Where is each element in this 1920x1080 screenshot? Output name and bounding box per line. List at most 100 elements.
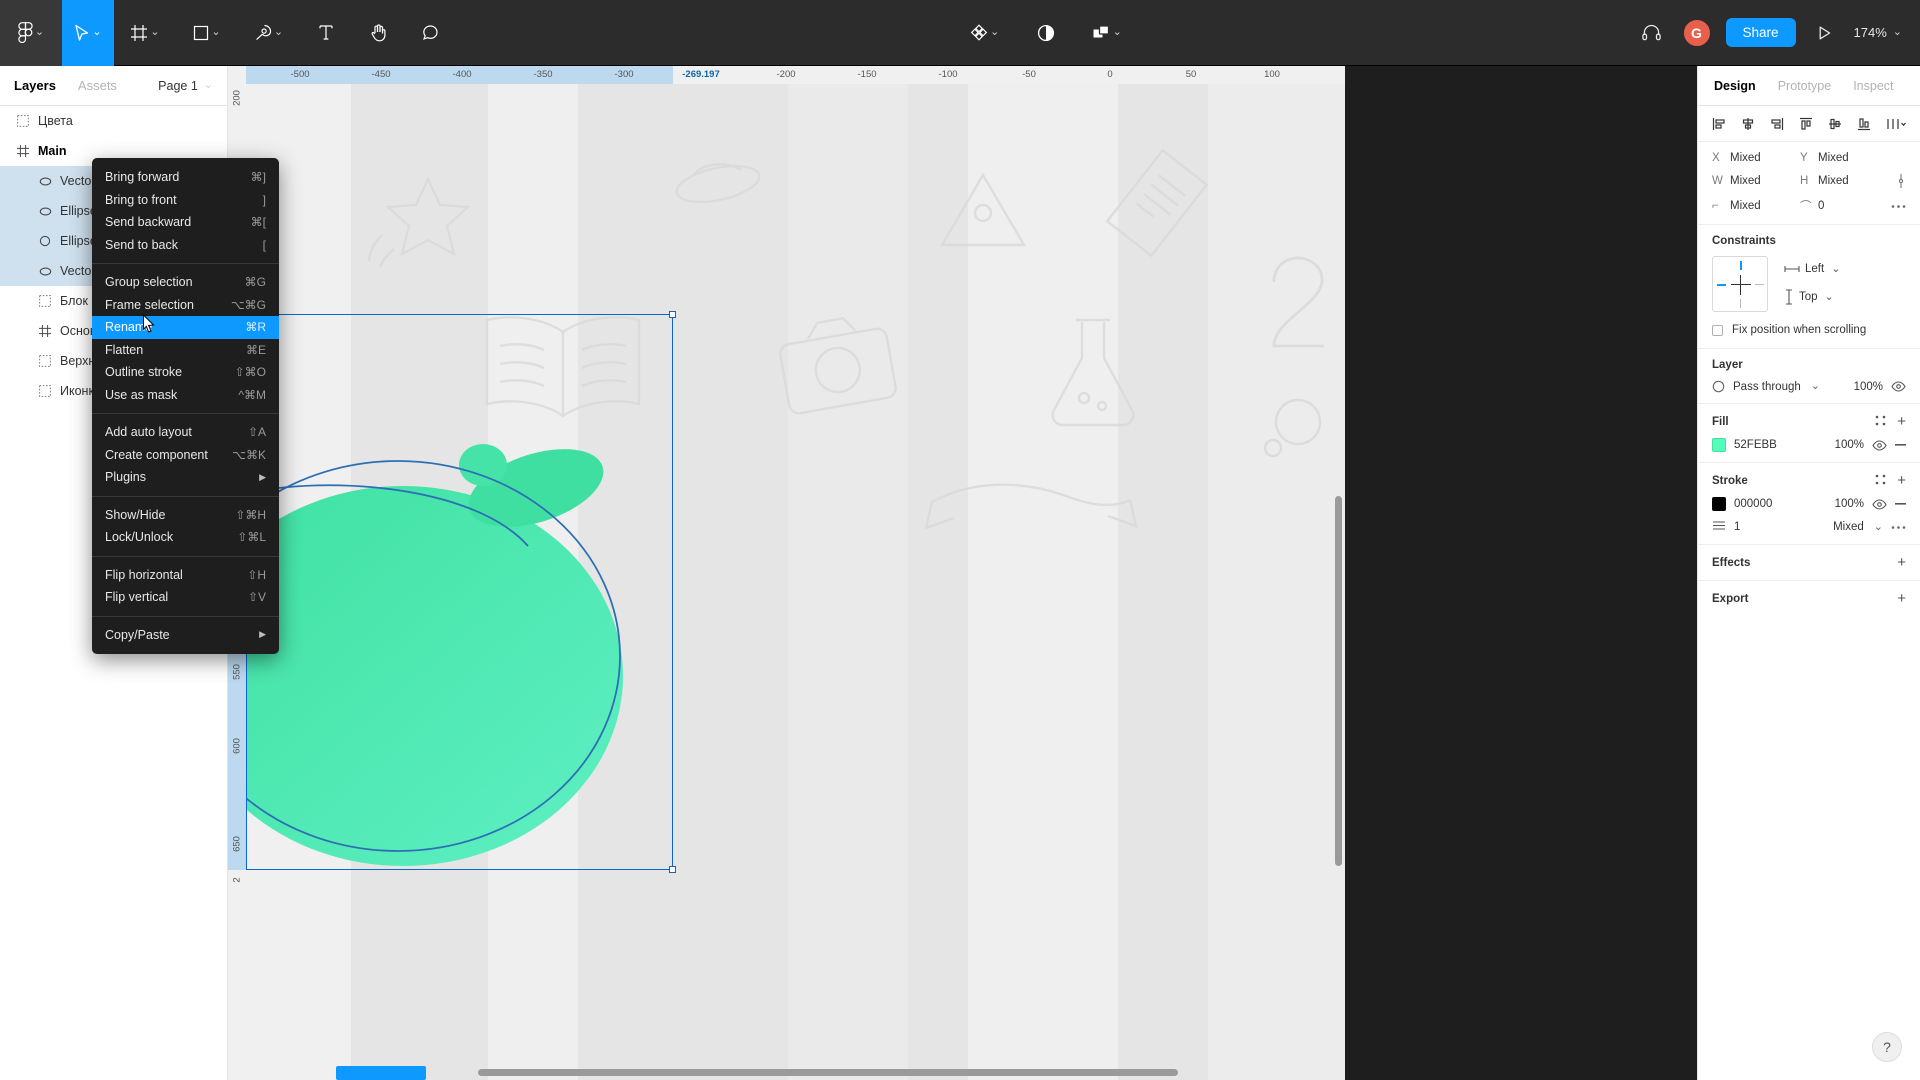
chevron-down-icon[interactable]: ⌄ — [1874, 521, 1883, 533]
context-menu-item[interactable]: Send backward ⌘[ — [92, 211, 279, 234]
align-horizontal-center-icon[interactable] — [1741, 117, 1755, 131]
stroke-hex-value[interactable]: 000000 — [1734, 498, 1772, 510]
context-menu-item[interactable]: Show/Hide ⇧⌘H — [92, 504, 279, 527]
rotation-field[interactable]: ⌐ Mixed — [1712, 200, 1800, 212]
width-field[interactable]: W Mixed — [1712, 175, 1800, 187]
fill-hex-value[interactable]: 52FEBB — [1734, 439, 1777, 451]
context-menu-item[interactable]: Plugins ▶ — [92, 466, 279, 489]
chevron-down-icon[interactable]: ⌄ — [990, 27, 999, 38]
y-field[interactable]: Y Mixed — [1800, 152, 1888, 164]
chevron-down-icon[interactable]: ⌄ — [1893, 27, 1902, 38]
chevron-down-icon[interactable]: ⌄ — [1811, 381, 1820, 392]
add-fill-button[interactable]: + — [1897, 414, 1906, 429]
align-left-icon[interactable] — [1712, 117, 1726, 131]
align-vertical-center-icon[interactable] — [1828, 117, 1842, 131]
vector-outline-stroke[interactable] — [228, 386, 648, 886]
move-tool-icon[interactable]: ⌄ — [62, 0, 114, 66]
context-menu-item[interactable]: Add auto layout ⇧A — [92, 421, 279, 444]
height-field[interactable]: H Mixed — [1800, 175, 1888, 187]
chevron-down-icon[interactable]: ⌄ — [35, 27, 44, 38]
horizontal-scrollbar[interactable] — [478, 1069, 1178, 1076]
context-menu-item[interactable]: Lock/Unlock ⇧⌘L — [92, 526, 279, 549]
chevron-down-icon[interactable]: ⌄ — [1113, 27, 1122, 38]
align-bottom-icon[interactable] — [1857, 117, 1871, 131]
align-right-icon[interactable] — [1770, 117, 1784, 131]
context-menu-item[interactable]: Outline stroke ⇧⌘O — [92, 361, 279, 384]
share-button[interactable]: Share — [1725, 18, 1796, 47]
chevron-down-icon[interactable]: ⌄ — [274, 27, 283, 38]
tab-layers[interactable]: Layers — [14, 78, 56, 93]
horizontal-ruler[interactable]: -500 -450 -400 -350 -300 -269.197 -200 -150 -100… — [228, 66, 1345, 84]
comment-tool-icon[interactable] — [404, 0, 456, 66]
figma-logo-icon[interactable]: ⌄ — [0, 0, 62, 66]
chevron-down-icon[interactable]: ⌄ — [1831, 263, 1840, 275]
constrain-proportions-icon[interactable] — [1896, 173, 1906, 189]
context-menu-item[interactable]: Flatten ⌘E — [92, 339, 279, 362]
chevron-down-icon[interactable]: ⌄ — [1825, 291, 1834, 303]
zoom-level-selector[interactable]: 174% ⌄ — [1854, 25, 1902, 40]
context-menu-item[interactable]: Rename ⌘R — [92, 316, 279, 339]
align-top-icon[interactable] — [1799, 117, 1813, 131]
layer-opacity-value[interactable]: 100% — [1854, 381, 1883, 393]
layer-row[interactable]: Цвета — [0, 106, 227, 136]
headphones-icon[interactable] — [1636, 0, 1668, 66]
fix-position-checkbox[interactable] — [1712, 324, 1723, 336]
stroke-styles-icon[interactable] — [1875, 474, 1886, 488]
resize-handle-br[interactable] — [669, 866, 676, 873]
chevron-down-icon[interactable]: ⌄ — [211, 27, 220, 38]
constraint-left-bar[interactable] — [1717, 284, 1726, 286]
vertical-scrollbar[interactable] — [1335, 496, 1342, 866]
add-effect-button[interactable]: + — [1897, 555, 1906, 570]
constraint-top-bar[interactable] — [1740, 261, 1742, 270]
tab-assets[interactable]: Assets — [78, 78, 117, 93]
constraint-right-bar[interactable] — [1755, 284, 1764, 286]
context-menu-item[interactable]: Use as mask ^⌘M — [92, 384, 279, 407]
x-field[interactable]: X Mixed — [1712, 152, 1800, 164]
pen-tool-icon[interactable]: ⌄ — [238, 0, 300, 66]
tab-design[interactable]: Design — [1714, 79, 1756, 93]
corner-radius-field[interactable]: ⌒ 0 — [1800, 198, 1888, 214]
context-menu-item[interactable]: Flip horizontal ⇧H — [92, 564, 279, 587]
chevron-down-icon[interactable]: ⌄ — [150, 27, 159, 38]
stroke-visibility-icon[interactable] — [1872, 498, 1887, 510]
avatar[interactable]: G — [1681, 17, 1712, 48]
mask-icon[interactable] — [1020, 0, 1072, 66]
remove-stroke-button[interactable] — [1895, 503, 1906, 505]
fill-styles-icon[interactable] — [1875, 415, 1886, 429]
fill-opacity-value[interactable]: 100% — [1835, 439, 1864, 451]
context-menu-item[interactable]: Create component ⌥⌘K — [92, 444, 279, 467]
chevron-down-icon[interactable]: ⌄ — [92, 27, 101, 38]
context-menu-item[interactable]: Group selection ⌘G — [92, 271, 279, 294]
fill-visibility-icon[interactable] — [1872, 439, 1887, 451]
context-menu-item[interactable]: Frame selection ⌥⌘G — [92, 294, 279, 317]
boolean-union-icon[interactable]: ⌄ — [1076, 0, 1138, 66]
add-stroke-button[interactable]: + — [1897, 473, 1906, 488]
resize-handle-tr[interactable] — [669, 311, 676, 318]
chevron-down-icon[interactable]: ⌄ — [204, 80, 213, 91]
context-menu-item[interactable]: Flip vertical ⇧V — [92, 586, 279, 609]
tab-inspect[interactable]: Inspect — [1853, 79, 1893, 93]
constraints-widget[interactable] — [1712, 256, 1768, 312]
context-menu-item[interactable]: Bring forward ⌘] — [92, 166, 279, 189]
shape-tool-icon[interactable]: ⌄ — [176, 0, 238, 66]
context-menu-item[interactable]: Send to back [ — [92, 234, 279, 257]
stroke-align-value[interactable]: Mixed — [1833, 521, 1864, 533]
more-options-icon[interactable] — [1891, 204, 1906, 209]
stroke-color-swatch[interactable] — [1712, 497, 1726, 511]
play-icon[interactable] — [1810, 0, 1840, 66]
fill-color-swatch[interactable] — [1712, 438, 1726, 452]
stroke-opacity-value[interactable]: 100% — [1835, 498, 1864, 510]
hand-tool-icon[interactable] — [352, 0, 404, 66]
text-tool-icon[interactable] — [300, 0, 352, 66]
fix-position-row[interactable]: Fix position when scrolling — [1712, 324, 1906, 336]
frame-tool-icon[interactable]: ⌄ — [114, 0, 176, 66]
context-menu-item[interactable]: Bring to front] — [92, 189, 279, 212]
add-export-button[interactable]: + — [1897, 591, 1906, 606]
tab-prototype[interactable]: Prototype — [1778, 79, 1832, 93]
context-menu-item[interactable]: Copy/Paste ▶ — [92, 624, 279, 647]
layer-visibility-icon[interactable] — [1891, 381, 1906, 392]
remove-fill-button[interactable] — [1895, 444, 1906, 446]
context-menu[interactable]: Bring forward ⌘] Bring to front] Send backw… — [92, 158, 279, 654]
help-button[interactable]: ? — [1872, 1032, 1902, 1062]
vertical-constraint-dropdown[interactable]: Top ⌄ — [1784, 289, 1840, 305]
